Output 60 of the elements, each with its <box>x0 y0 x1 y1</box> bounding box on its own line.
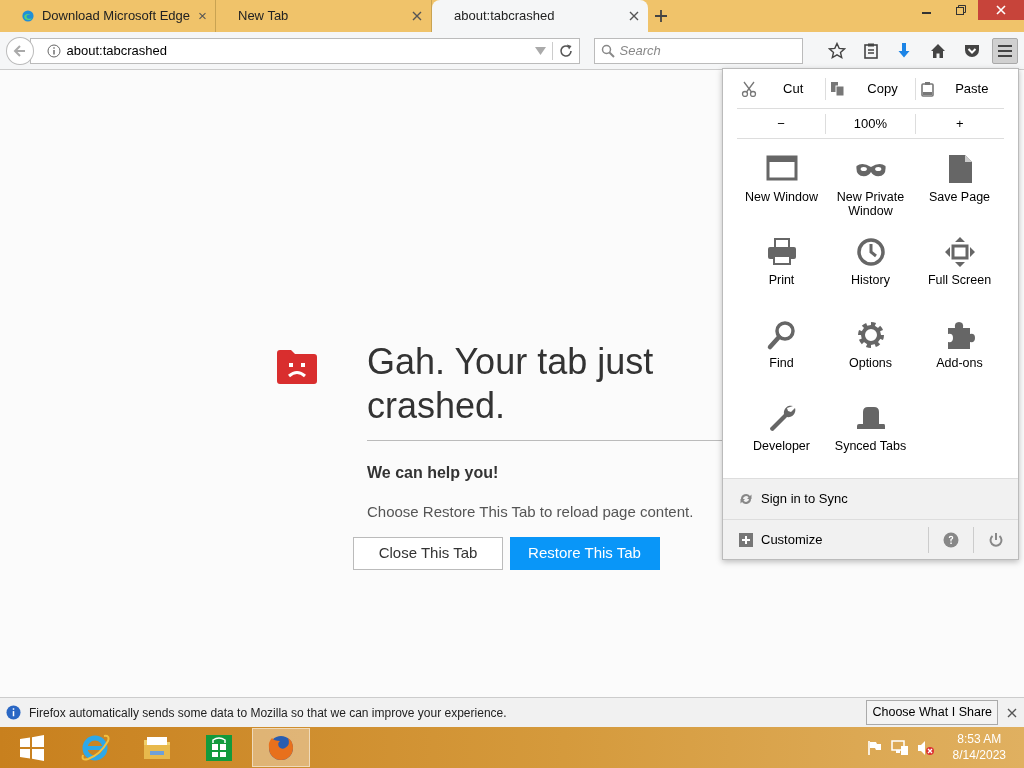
close-icon[interactable] <box>411 10 423 22</box>
address-bar[interactable]: about:tabcrashed <box>29 37 580 64</box>
sync-icon <box>739 492 753 506</box>
reload-icon[interactable] <box>558 43 573 58</box>
help-message: Choose Restore This Tab to reload page content. <box>367 501 695 522</box>
menu-item[interactable]: Save Page <box>915 145 1004 228</box>
close-tab-button[interactable]: Close This Tab <box>353 537 503 570</box>
zoom-out-button[interactable]: − <box>737 113 826 134</box>
info-icon <box>46 43 61 58</box>
store-bag-icon <box>204 732 234 763</box>
menu-item[interactable]: Print <box>737 228 826 311</box>
zoom-reset-button[interactable]: 100% <box>825 113 915 134</box>
menu-item[interactable]: New Window <box>737 145 826 228</box>
notification-message: Firefox automatically sends some data to Mozilla so that we can improve your experience. <box>29 704 508 722</box>
close-icon[interactable] <box>198 10 207 22</box>
restore-icon[interactable] <box>956 5 966 15</box>
menu-item[interactable]: Add-ons <box>915 311 1004 394</box>
close-icon[interactable] <box>628 10 640 22</box>
internet-explorer-icon <box>80 732 110 763</box>
copy-icon <box>830 80 847 97</box>
muted-speaker-icon[interactable] <box>916 739 935 756</box>
power-icon[interactable] <box>988 531 1004 548</box>
printer-icon <box>765 236 798 268</box>
sad-folder-icon <box>277 350 317 384</box>
mask-icon <box>855 161 886 177</box>
scissors-icon <box>741 80 757 97</box>
home-icon[interactable] <box>929 41 948 60</box>
browser-tab[interactable]: about:tabcrashed <box>432 0 648 32</box>
menu-item[interactable]: Options <box>826 311 915 394</box>
plus-square-icon <box>739 532 753 547</box>
taskbar-button[interactable] <box>252 728 310 767</box>
menu-item[interactable]: History <box>826 228 915 311</box>
address-field[interactable]: about:tabcrashed <box>66 40 529 61</box>
plus-icon <box>654 9 668 23</box>
clipboard-icon[interactable] <box>861 41 880 60</box>
menu-icon[interactable] <box>997 43 1014 58</box>
help-heading: We can help you! <box>367 462 500 483</box>
info-icon <box>6 705 21 720</box>
search-icon <box>600 43 615 58</box>
choose-what-i-share-button[interactable]: Choose What I Share <box>866 700 998 725</box>
menu-button[interactable] <box>992 37 1018 64</box>
edit-copy-button[interactable]: Copy <box>825 77 915 100</box>
search-field[interactable]: Search <box>619 40 796 61</box>
bookmark-star-icon[interactable] <box>828 41 847 60</box>
menu-item[interactable]: Developer <box>737 394 826 477</box>
menu-item[interactable]: New Private Window <box>826 145 915 228</box>
edit-cut-button[interactable]: Cut <box>737 77 826 100</box>
magnifier-icon <box>765 319 798 351</box>
menu-item[interactable]: Full Screen <box>915 228 1004 311</box>
close-icon[interactable] <box>1006 706 1018 719</box>
edit-paste-button[interactable]: Paste <box>914 77 1004 100</box>
clock-icon <box>854 236 887 268</box>
zoom-in-button[interactable]: + <box>914 113 1004 134</box>
crash-heading: Gah. Your tab just crashed. <box>367 340 655 428</box>
move-arrows-icon <box>943 236 976 268</box>
menu-item[interactable]: Find <box>737 311 826 394</box>
paste-icon <box>919 80 936 97</box>
help-icon[interactable] <box>943 531 959 548</box>
menu-item[interactable]: Synced Tabs <box>826 394 915 477</box>
search-bar[interactable]: Search <box>593 37 803 64</box>
